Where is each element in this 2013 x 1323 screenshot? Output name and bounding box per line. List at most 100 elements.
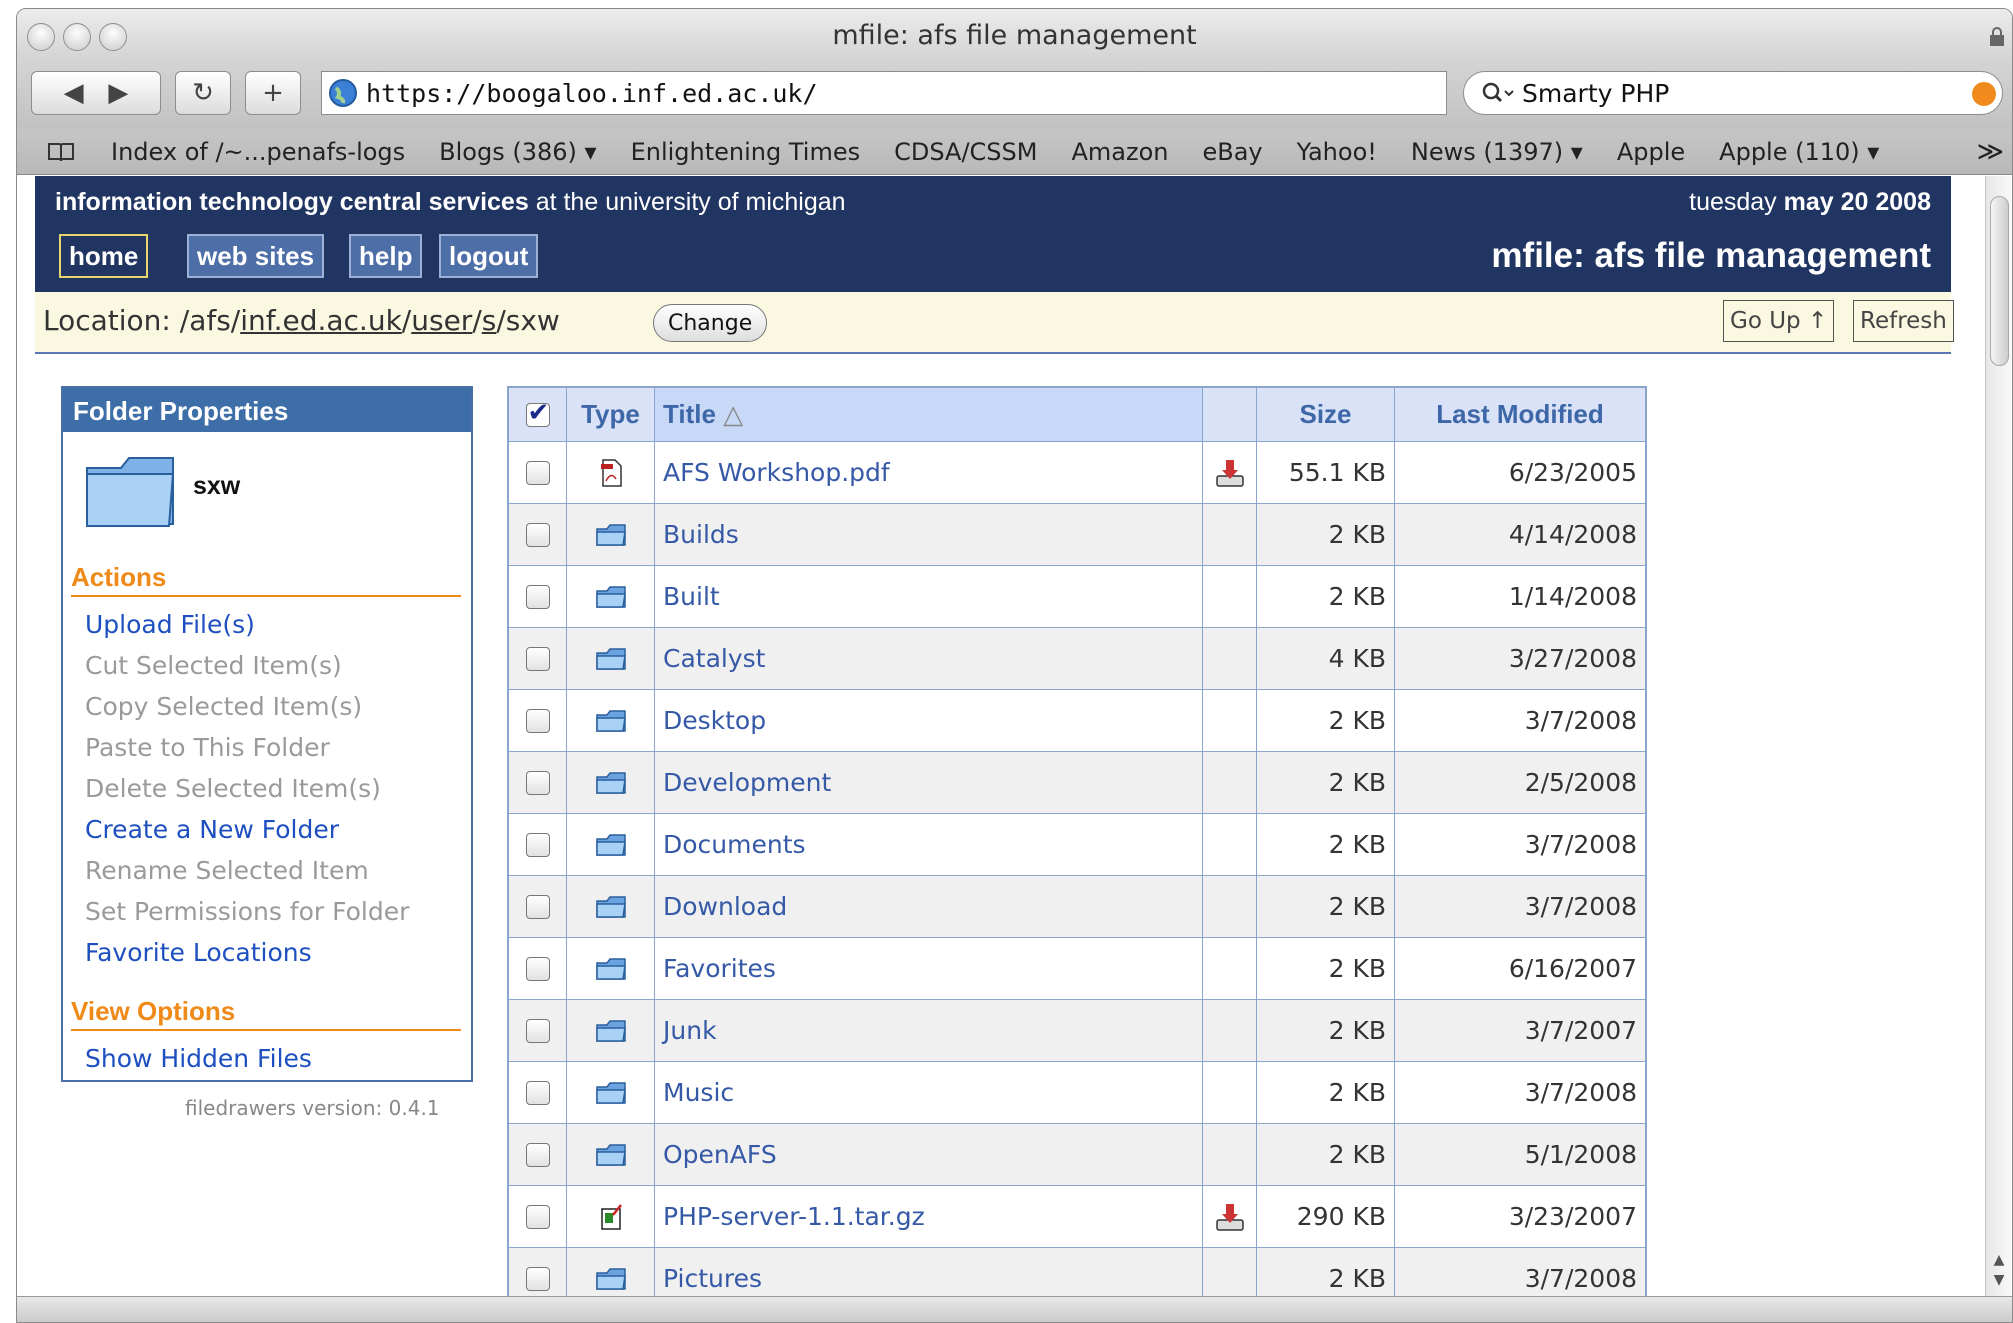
path-tail: /sxw xyxy=(496,304,560,337)
bookmark-item[interactable]: Apple xyxy=(1617,138,1685,166)
file-name-link[interactable]: Music xyxy=(655,1062,1203,1123)
download-icon[interactable] xyxy=(1213,1200,1247,1234)
scroll-up-icon[interactable]: ▲ xyxy=(1994,1252,2005,1268)
type-cell xyxy=(567,442,655,503)
folder-icon xyxy=(595,1019,626,1042)
file-name-link[interactable]: Favorites xyxy=(655,938,1203,999)
table-row[interactable]: Junk 2 KB 3/7/2007 xyxy=(509,1000,1645,1062)
row-checkbox[interactable] xyxy=(525,708,550,733)
search-value[interactable]: Smarty PHP xyxy=(1522,79,1669,108)
bookmarks-book-icon[interactable] xyxy=(47,141,75,163)
file-name-link[interactable]: Download xyxy=(655,876,1203,937)
bookmark-item[interactable]: Enlightening Times xyxy=(631,138,861,166)
row-checkbox[interactable] xyxy=(525,894,550,919)
create-folder-link[interactable]: Create a New Folder xyxy=(85,815,339,844)
row-checkbox[interactable] xyxy=(525,1080,550,1105)
bookmark-item[interactable]: Blogs (386) ▾ xyxy=(439,138,596,166)
file-name-link[interactable]: Documents xyxy=(655,814,1203,875)
table-row[interactable]: OpenAFS 2 KB 5/1/2008 xyxy=(509,1124,1645,1186)
file-name-link[interactable]: Development xyxy=(655,752,1203,813)
download-cell xyxy=(1203,752,1257,813)
table-row[interactable]: Favorites 2 KB 6/16/2007 xyxy=(509,938,1645,1000)
bookmark-item[interactable]: CDSA/CSSM xyxy=(894,138,1037,166)
vertical-scrollbar[interactable]: ▲ ▼ xyxy=(1985,176,2012,1296)
folder-icon xyxy=(595,1081,626,1104)
bookmark-item[interactable]: Yahoo! xyxy=(1297,138,1377,166)
file-name-link[interactable]: Catalyst xyxy=(655,628,1203,689)
table-row[interactable]: Documents 2 KB 3/7/2008 xyxy=(509,814,1645,876)
file-name-link[interactable]: AFS Workshop.pdf xyxy=(655,442,1203,503)
file-name-link[interactable]: Built xyxy=(655,566,1203,627)
back-forward-buttons[interactable]: ◀ ▶ xyxy=(31,71,161,115)
show-hidden-files-link[interactable]: Show Hidden Files xyxy=(85,1044,312,1073)
nav-logout-button[interactable]: logout xyxy=(439,234,539,278)
upload-files-link[interactable]: Upload File(s) xyxy=(85,610,255,639)
reload-button[interactable]: ↻ xyxy=(175,71,231,115)
search-icon[interactable] xyxy=(1480,79,1516,107)
path-segment-link[interactable]: inf.ed.ac.uk xyxy=(240,304,402,337)
refresh-button[interactable]: Refresh xyxy=(1853,300,1954,342)
change-location-button[interactable]: Change xyxy=(653,304,768,342)
row-checkbox[interactable] xyxy=(525,646,550,671)
scroll-down-icon[interactable]: ▼ xyxy=(1994,1272,2005,1288)
scroll-arrows[interactable]: ▲ ▼ xyxy=(1989,1250,2009,1290)
bookmark-item[interactable]: Amazon xyxy=(1071,138,1168,166)
row-checkbox[interactable] xyxy=(525,1018,550,1043)
table-row[interactable]: PHP-server-1.1.tar.gz 290 KB 3/23/2007 xyxy=(509,1186,1645,1248)
bookmarks-overflow-icon[interactable]: ≫ xyxy=(1977,137,2004,167)
file-name-link[interactable]: Junk xyxy=(655,1000,1203,1061)
title-header-label[interactable]: Title xyxy=(663,399,716,430)
bookmark-item[interactable]: News (1397) ▾ xyxy=(1411,138,1583,166)
row-checkbox[interactable] xyxy=(525,832,550,857)
size-header[interactable]: Size xyxy=(1257,388,1395,441)
select-all-checkbox[interactable] xyxy=(525,398,550,428)
file-name-link[interactable]: Builds xyxy=(655,504,1203,565)
table-row[interactable]: Builds 2 KB 4/14/2008 xyxy=(509,504,1645,566)
row-checkbox[interactable] xyxy=(525,460,550,485)
table-row[interactable]: Download 2 KB 3/7/2008 xyxy=(509,876,1645,938)
file-name-link[interactable]: OpenAFS xyxy=(655,1124,1203,1185)
select-cell xyxy=(509,566,567,627)
forward-arrow-icon[interactable]: ▶ xyxy=(108,78,128,108)
file-name-link[interactable]: Desktop xyxy=(655,690,1203,751)
back-arrow-icon[interactable]: ◀ xyxy=(64,78,84,108)
url-text[interactable]: https://boogaloo.inf.ed.ac.uk/ xyxy=(366,79,818,108)
nav-help-button[interactable]: help xyxy=(349,234,423,278)
table-row[interactable]: Music 2 KB 3/7/2008 xyxy=(509,1062,1645,1124)
nav-web-sites-button[interactable]: web sites xyxy=(187,234,325,278)
table-row[interactable]: AFS Workshop.pdf 55.1 KB 6/23/2005 xyxy=(509,442,1645,504)
path-segment-link[interactable]: s xyxy=(482,304,497,337)
go-up-button[interactable]: Go Up ↑ xyxy=(1723,300,1835,342)
modified-header[interactable]: Last Modified xyxy=(1395,388,1645,441)
favorite-locations-link[interactable]: Favorite Locations xyxy=(85,938,312,967)
file-name-link[interactable]: PHP-server-1.1.tar.gz xyxy=(655,1186,1203,1247)
bookmark-item[interactable]: Index of /~...penafs-logs xyxy=(111,138,405,166)
scroll-thumb[interactable] xyxy=(1990,196,2009,366)
path-segment-link[interactable]: user xyxy=(411,304,472,337)
table-row[interactable]: Pictures 2 KB 3/7/2008 xyxy=(509,1248,1645,1296)
table-row[interactable]: Catalyst 4 KB 3/27/2008 xyxy=(509,628,1645,690)
row-checkbox[interactable] xyxy=(525,770,550,795)
bookmark-item[interactable]: Apple (110) ▾ xyxy=(1719,138,1879,166)
address-bar[interactable]: https://boogaloo.inf.ed.ac.uk/ xyxy=(321,71,1447,115)
row-checkbox[interactable] xyxy=(525,1204,550,1229)
row-checkbox[interactable] xyxy=(525,1266,550,1291)
row-checkbox[interactable] xyxy=(525,584,550,609)
select-cell xyxy=(509,1062,567,1123)
table-row[interactable]: Built 2 KB 1/14/2008 xyxy=(509,566,1645,628)
file-name-link[interactable]: Pictures xyxy=(655,1248,1203,1296)
type-header[interactable]: Type xyxy=(567,388,655,441)
table-row[interactable]: Desktop 2 KB 3/7/2008 xyxy=(509,690,1645,752)
row-checkbox[interactable] xyxy=(525,522,550,547)
download-icon[interactable] xyxy=(1213,456,1247,490)
snap-back-icon[interactable] xyxy=(1972,82,1996,106)
nav-home-button[interactable]: home xyxy=(59,234,149,278)
add-bookmark-button[interactable]: + xyxy=(245,71,301,115)
org-name-bold: information technology central services xyxy=(55,188,529,216)
title-header[interactable]: Title △ xyxy=(655,388,1203,441)
row-checkbox[interactable] xyxy=(525,1142,550,1167)
bookmark-item[interactable]: eBay xyxy=(1202,138,1262,166)
table-row[interactable]: Development 2 KB 2/5/2008 xyxy=(509,752,1645,814)
search-field[interactable]: Smarty PHP xyxy=(1463,71,2003,115)
row-checkbox[interactable] xyxy=(525,956,550,981)
